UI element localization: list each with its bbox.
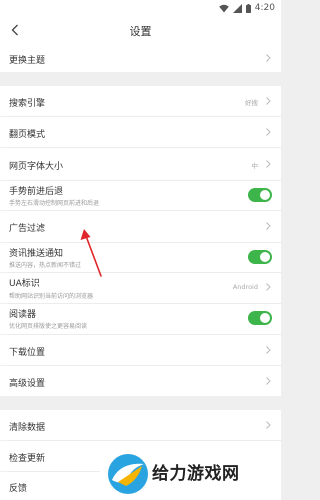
settings-item-label: 广告过滤 xyxy=(9,224,46,234)
signal-icon xyxy=(232,3,242,13)
settings-item-label: 资讯推送通知 xyxy=(9,249,64,259)
settings-item-clear-data[interactable]: 清除数据 xyxy=(0,410,281,440)
settings-item-subtitle: 推送内容，热点新闻不错过 xyxy=(9,262,82,269)
wifi-icon xyxy=(218,4,229,12)
reader-toggle[interactable] xyxy=(248,311,272,325)
page-title: 设置 xyxy=(129,25,152,38)
settings-item-value: 中 xyxy=(251,162,259,170)
chevron-right-icon xyxy=(266,377,271,385)
status-time: 4:20 xyxy=(254,3,275,13)
settings-item-subtitle: 帮助网站识别当前访问的浏览器 xyxy=(9,293,94,300)
battery-icon xyxy=(245,3,251,13)
toggle-knob xyxy=(260,252,270,262)
settings-item-value: 好搜 xyxy=(245,99,258,107)
settings-item-subtitle: 优化网页排版使之更容易阅读 xyxy=(9,323,88,330)
settings-item-theme[interactable]: 更换主题 xyxy=(0,44,281,72)
watermark-text: 给力游戏网 xyxy=(152,464,240,484)
toggle-knob xyxy=(260,190,270,200)
chevron-right-icon xyxy=(266,54,271,62)
settings-item-advanced[interactable]: 高级设置 xyxy=(0,366,281,396)
news-push-toggle[interactable] xyxy=(248,250,272,264)
watermark-logo xyxy=(108,454,148,494)
chevron-right-icon xyxy=(266,222,271,230)
settings-item-label: 阅读器 xyxy=(9,310,37,320)
watermark: 给力游戏网 xyxy=(100,448,281,500)
chevron-right-icon xyxy=(266,346,271,354)
chevron-right-icon xyxy=(266,97,271,105)
settings-item-download-location[interactable]: 下载位置 xyxy=(0,335,281,365)
settings-item-label: 高级设置 xyxy=(9,379,46,389)
gesture-nav-toggle[interactable] xyxy=(248,188,272,202)
settings-item-label: 网页字体大小 xyxy=(9,162,64,172)
title-bar: 设置 xyxy=(0,16,281,44)
settings-item-label: 下载位置 xyxy=(9,348,46,358)
settings-item-label: 反馈 xyxy=(9,484,28,494)
status-bar: 4:20 xyxy=(0,0,281,16)
settings-item-label: 翻页模式 xyxy=(9,130,46,140)
settings-item-label: 检查更新 xyxy=(9,454,46,464)
settings-item-value: Android xyxy=(232,283,258,291)
settings-item-search-engine[interactable]: 搜索引擎 好搜 xyxy=(0,86,281,116)
settings-item-label: 更换主题 xyxy=(9,56,46,66)
settings-item-ua[interactable]: UA标识 帮助网站识别当前访问的浏览器 Android xyxy=(0,273,281,303)
chevron-right-icon xyxy=(266,283,271,291)
chevron-right-icon xyxy=(266,160,271,168)
settings-item-news-push: 资讯推送通知 推送内容，热点新闻不错过 xyxy=(0,243,281,272)
settings-item-label: 手势前进后退 xyxy=(9,187,64,197)
status-icons: 4:20 xyxy=(218,2,275,14)
chevron-right-icon xyxy=(266,421,271,429)
settings-item-font-size[interactable]: 网页字体大小 中 xyxy=(0,148,281,180)
chevron-right-icon xyxy=(266,128,271,136)
settings-item-page-turn-mode[interactable]: 翻页模式 xyxy=(0,117,281,147)
settings-item-gesture-nav: 手势前进后退 手势左右滑动控制网页前进和后退 xyxy=(0,181,281,210)
settings-item-label: 搜索引擎 xyxy=(9,99,46,109)
toggle-knob xyxy=(260,313,270,323)
settings-item-ad-filter[interactable]: 广告过滤 xyxy=(0,211,281,242)
settings-item-reader: 阅读器 优化网页排版使之更容易阅读 xyxy=(0,304,281,334)
settings-item-subtitle: 手势左右滑动控制网页前进和后退 xyxy=(9,200,100,207)
settings-item-label: 清除数据 xyxy=(9,423,46,433)
settings-item-label: UA标识 xyxy=(9,279,40,289)
